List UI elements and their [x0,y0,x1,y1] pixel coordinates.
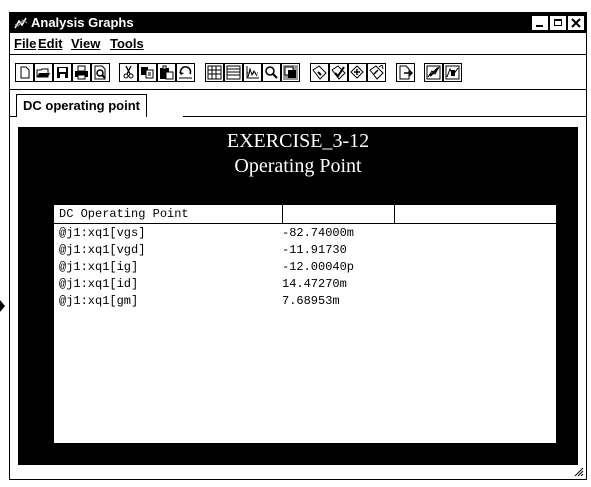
graph-panel: EXERCISE_3-12 Operating Point DC Operati… [18,127,578,465]
variable-name: @j1:xq1[vgd] [59,243,146,257]
plot-title: EXERCISE_3-12 [226,130,370,152]
cut-icon [123,65,134,79]
print-button[interactable] [72,63,91,82]
print-preview-icon [94,65,106,80]
resize-grip-icon[interactable] [572,465,584,477]
cursor-peak-icon [445,65,460,80]
diamond-icon [350,65,364,79]
zoom-icon [265,66,278,79]
save-icon [57,67,68,78]
title-bar[interactable]: Analysis Graphs [10,13,586,33]
undo-button[interactable] [176,63,195,82]
variable-name: @j1:xq1[vgs] [59,226,146,240]
mark-button[interactable] [329,63,348,82]
cut-button[interactable] [119,63,138,82]
arrow-tag-button[interactable] [367,63,386,82]
close-icon [571,18,581,28]
minimize-icon [536,25,543,27]
diamond-button[interactable] [348,63,367,82]
variable-value: 7.68953m [282,294,340,308]
export-button[interactable] [396,63,415,82]
menu-bar: File Edit View Tools [10,34,586,54]
tab-divider [183,116,586,117]
print-preview-button[interactable] [91,63,110,82]
chart-button[interactable] [243,63,262,82]
minimize-button[interactable] [532,16,548,30]
open-icon [36,68,50,78]
save-button[interactable] [53,63,72,82]
menu-view[interactable]: View [71,34,100,54]
app-icon [14,17,28,29]
operating-point-table: DC Operating Point @j1:xq1[vgs] -82.7400… [54,205,556,443]
table-header: DC Operating Point [54,205,556,224]
export-icon [399,65,413,80]
analysis-graphs-window: Analysis Graphs File Edit View Tools DC … [9,12,587,480]
tab-divider-left [10,116,16,117]
grid-button[interactable] [205,63,224,82]
print-icon [75,65,88,80]
overlay-button[interactable] [281,63,300,82]
menu-file[interactable]: File [14,34,36,54]
toolbar [10,54,586,90]
variable-name: @j1:xq1[ig] [59,260,139,274]
window-title: Analysis Graphs [31,15,134,30]
column-header-value [283,205,395,223]
column-header-name: DC Operating Point [54,205,283,223]
table-icon [226,65,241,80]
menu-tools[interactable]: Tools [110,34,144,54]
zoom-button[interactable] [262,63,281,82]
variable-value: -11.91730 [282,243,347,257]
close-button[interactable] [568,16,584,30]
cursor-peak-button[interactable] [443,63,462,82]
new-button[interactable] [15,63,34,82]
tag-icon [312,65,327,80]
mark-icon [331,65,346,80]
splitter-arrow-icon[interactable] [0,300,5,312]
tag-button[interactable] [310,63,329,82]
tab-dc-operating-point[interactable]: DC operating point [16,94,147,117]
plot-subtitle: Operating Point [234,155,362,177]
variable-name: @j1:xq1[gm] [59,294,139,308]
variable-value: 14.47270m [282,277,347,291]
undo-icon [179,66,192,79]
tab-bar: DC operating point [10,91,586,117]
cursor-button[interactable] [424,63,443,82]
maximize-icon [554,19,562,26]
new-icon [20,66,30,79]
table-button[interactable] [224,63,243,82]
arrow-tag-icon [369,65,384,80]
cursor-icon [426,65,441,80]
variable-value: -82.74000m [282,226,355,240]
copy-icon [141,67,154,79]
menu-edit[interactable]: Edit [38,34,63,54]
chart-icon [246,66,259,79]
paste-button[interactable] [157,63,176,82]
maximize-button[interactable] [550,16,566,30]
overlay-icon [283,65,298,80]
paste-icon [160,65,174,80]
grid-icon [207,65,222,80]
open-button[interactable] [34,63,53,82]
copy-button[interactable] [138,63,157,82]
variable-value: -12.00040p [282,260,355,274]
variable-name: @j1:xq1[id] [59,277,139,291]
